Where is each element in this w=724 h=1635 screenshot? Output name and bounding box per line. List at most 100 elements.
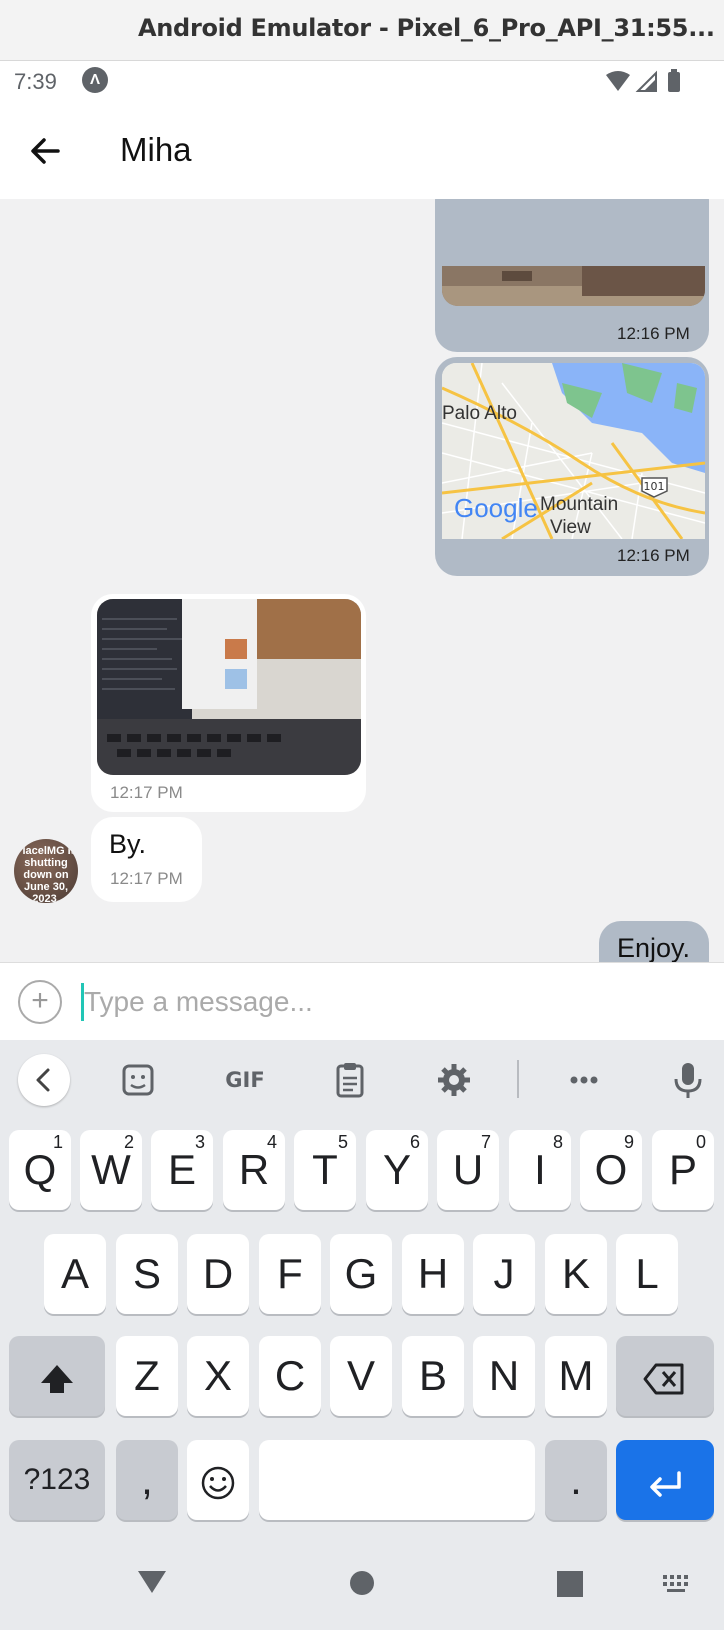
message-input[interactable] [82, 979, 682, 1025]
key-h[interactable]: H [402, 1234, 464, 1314]
key-hint: 1 [52, 1132, 63, 1152]
key-p[interactable]: P0 [652, 1130, 714, 1210]
mic-shape [674, 1063, 702, 1098]
shift-key[interactable] [9, 1336, 105, 1416]
more-icon[interactable] [562, 1058, 606, 1102]
status-time: 7:39 [14, 69, 57, 94]
mic-icon[interactable] [666, 1058, 710, 1102]
key-g[interactable]: G [330, 1234, 392, 1314]
clipboard-icon[interactable] [328, 1058, 372, 1102]
recents-icon [557, 1571, 583, 1597]
symbols-key[interactable]: ?123 [9, 1440, 105, 1520]
key-label: Y [382, 1146, 411, 1193]
message-time: 12:16 PM [617, 324, 690, 343]
key-e[interactable]: E3 [151, 1130, 213, 1210]
key-hint: 5 [337, 1132, 348, 1152]
home-icon [350, 1571, 374, 1595]
key-m[interactable]: M [545, 1336, 607, 1416]
key-a[interactable]: A [44, 1234, 106, 1314]
map-preview[interactable]: 101 Palo Alto Mountain View Google [442, 363, 705, 539]
message-composer: + [0, 962, 724, 1040]
comma-key[interactable]: , [116, 1440, 178, 1520]
key-v[interactable]: V [330, 1336, 392, 1416]
emoji-icon [201, 1466, 235, 1500]
message-list[interactable]: 12:16 PM 101 Palo Alto Mountain View Goo… [0, 199, 724, 962]
contact-name: Miha [120, 131, 192, 168]
message-text: Enjoy. [617, 933, 691, 962]
sticker-shape [122, 1064, 154, 1096]
key-w[interactable]: W2 [80, 1130, 142, 1210]
gear-icon[interactable] [432, 1058, 476, 1102]
key-label: P [668, 1146, 697, 1193]
key-k[interactable]: K [545, 1234, 607, 1314]
system-nav-bar [0, 1545, 724, 1630]
key-i[interactable]: I8 [509, 1130, 571, 1210]
key-q[interactable]: Q1 [9, 1130, 71, 1210]
sticker-icon[interactable] [116, 1058, 160, 1102]
key-b[interactable]: B [402, 1336, 464, 1416]
emoji-key[interactable] [187, 1440, 249, 1520]
backspace-key[interactable] [616, 1336, 714, 1416]
map-image: 101 Palo Alto Mountain View Google [442, 363, 705, 539]
space-key[interactable] [259, 1440, 535, 1520]
message-image[interactable] [97, 599, 361, 775]
back-button[interactable] [26, 131, 66, 171]
period-key[interactable]: . [545, 1440, 607, 1520]
highway-label: 101 [644, 480, 665, 493]
enter-icon [650, 1471, 681, 1497]
key-s[interactable]: S [116, 1234, 178, 1314]
a-icon: Λ [82, 67, 108, 93]
key-label: W [91, 1146, 131, 1193]
nav-buttons [138, 1571, 688, 1597]
chevron-left-icon[interactable] [18, 1054, 70, 1106]
key-d[interactable]: D [187, 1234, 249, 1314]
key-r[interactable]: R4 [223, 1130, 285, 1210]
keyboard-switch-icon [663, 1575, 688, 1592]
key-hint: 6 [409, 1132, 420, 1152]
arrow-left-icon [31, 138, 60, 164]
key-y[interactable]: Y6 [366, 1130, 428, 1210]
toolbar-divider [517, 1060, 519, 1098]
key-x[interactable]: X [187, 1336, 249, 1416]
chevron-left-shape [36, 1068, 50, 1092]
shift-icon [41, 1364, 73, 1393]
key-n[interactable]: N [473, 1336, 535, 1416]
message-time: 12:16 PM [617, 546, 690, 565]
enter-key[interactable] [616, 1440, 714, 1520]
key-c[interactable]: C [259, 1336, 321, 1416]
key-label: I [534, 1146, 546, 1193]
key-l[interactable]: L [616, 1234, 678, 1314]
key-o[interactable]: O9 [580, 1130, 642, 1210]
key-label: O [594, 1146, 628, 1193]
clipboard-shape [336, 1063, 364, 1098]
soft-keyboard: GIF Q1 W2 E3 R4 T5 Y6 U7 I8 O9 P0 A S D … [0, 1040, 724, 1630]
gear-shape [438, 1064, 470, 1096]
key-hint: 9 [623, 1132, 634, 1152]
key-label: E [167, 1146, 196, 1193]
key-t[interactable]: T5 [294, 1130, 356, 1210]
message-image[interactable] [442, 266, 705, 306]
avatar[interactable]: PlacelMG is shutting down on June 30, 20… [14, 839, 78, 903]
more-shape [570, 1076, 598, 1084]
key-u[interactable]: U7 [437, 1130, 499, 1210]
message-time: 12:17 PM [110, 869, 183, 888]
add-attachment-button[interactable]: + [18, 980, 62, 1024]
key-hint: 0 [695, 1132, 706, 1152]
key-hint: 4 [266, 1132, 277, 1152]
key-f[interactable]: F [259, 1234, 321, 1314]
key-label: U [452, 1146, 484, 1193]
map-label-view: View [550, 517, 591, 538]
chat-header: Miha [0, 101, 724, 199]
key-hint: 2 [123, 1132, 134, 1152]
status-bar: 7:39 Λ [0, 61, 724, 101]
backspace-icon [643, 1363, 684, 1395]
message-bubble-outgoing[interactable]: Enjoy. [599, 921, 709, 962]
message-text: By. [109, 829, 147, 859]
window-title: Android Emulator - Pixel_6_Pro_API_31:55… [138, 14, 715, 42]
message-bubble-incoming[interactable]: By. 12:17 PM [91, 817, 202, 902]
key-j[interactable]: J [473, 1234, 535, 1314]
key-z[interactable]: Z [116, 1336, 178, 1416]
message-time: 12:17 PM [110, 783, 183, 802]
map-label-palo-alto: Palo Alto [442, 403, 517, 424]
gif-icon[interactable]: GIF [220, 1058, 270, 1102]
